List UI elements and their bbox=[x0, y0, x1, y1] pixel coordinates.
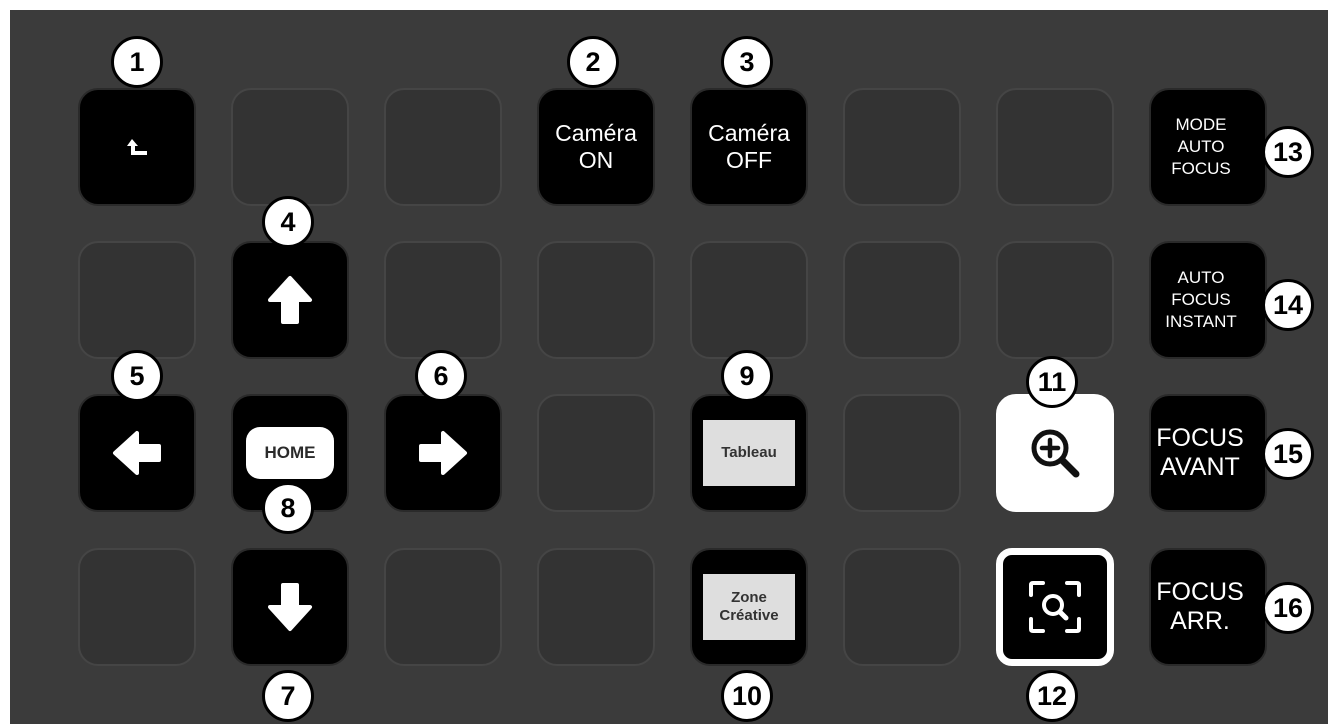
zone-creative-button[interactable]: Zone Créative bbox=[690, 548, 808, 666]
empty-key[interactable] bbox=[843, 394, 961, 512]
badge-5: 5 bbox=[111, 350, 163, 402]
arrow-right-button[interactable] bbox=[384, 394, 502, 512]
arrow-left-icon bbox=[111, 429, 163, 477]
focus-frame-icon bbox=[1025, 577, 1085, 637]
empty-key[interactable] bbox=[843, 88, 961, 206]
zoom-in-button[interactable] bbox=[996, 394, 1114, 512]
empty-key[interactable] bbox=[996, 88, 1114, 206]
back-button[interactable] bbox=[78, 88, 196, 206]
arrow-down-button[interactable] bbox=[231, 548, 349, 666]
zoom-in-icon bbox=[1027, 425, 1083, 481]
badge-9: 9 bbox=[721, 350, 773, 402]
camera-on-label: Caméra ON bbox=[555, 119, 637, 173]
mode-auto-focus-button[interactable]: MODE AUTO FOCUS bbox=[1149, 88, 1267, 206]
badge-2: 2 bbox=[567, 36, 619, 88]
arrow-right-icon bbox=[417, 429, 469, 477]
tableau-label: Tableau bbox=[703, 420, 795, 486]
badge-8: 8 bbox=[262, 482, 314, 534]
arrow-down-icon bbox=[266, 581, 314, 633]
empty-key[interactable] bbox=[384, 88, 502, 206]
focus-arr-button[interactable]: FOCUS ARR. bbox=[1149, 548, 1267, 666]
camera-on-button[interactable]: Caméra ON bbox=[537, 88, 655, 206]
badge-11: 11 bbox=[1026, 356, 1078, 408]
focus-arr-label: FOCUS ARR. bbox=[1156, 577, 1244, 636]
empty-key[interactable] bbox=[537, 241, 655, 359]
auto-focus-instant-label: AUTO FOCUS INSTANT bbox=[1165, 267, 1237, 332]
empty-key[interactable] bbox=[78, 548, 196, 666]
focus-avant-button[interactable]: FOCUS AVANT bbox=[1149, 394, 1267, 512]
badge-12: 12 bbox=[1026, 670, 1078, 722]
badge-3: 3 bbox=[721, 36, 773, 88]
stream-deck-panel bbox=[10, 10, 1328, 724]
empty-key[interactable] bbox=[843, 548, 961, 666]
badge-7: 7 bbox=[262, 670, 314, 722]
zone-creative-label: Zone Créative bbox=[703, 574, 795, 640]
tableau-button[interactable]: Tableau bbox=[690, 394, 808, 512]
empty-key[interactable] bbox=[384, 548, 502, 666]
home-label: HOME bbox=[246, 427, 334, 479]
empty-key[interactable] bbox=[996, 241, 1114, 359]
empty-key[interactable] bbox=[231, 88, 349, 206]
badge-14: 14 bbox=[1262, 279, 1314, 331]
empty-key[interactable] bbox=[843, 241, 961, 359]
badge-15: 15 bbox=[1262, 428, 1314, 480]
badge-4: 4 bbox=[262, 196, 314, 248]
empty-key[interactable] bbox=[537, 548, 655, 666]
camera-off-button[interactable]: Caméra OFF bbox=[690, 88, 808, 206]
mode-auto-focus-label: MODE AUTO FOCUS bbox=[1171, 114, 1231, 179]
badge-10: 10 bbox=[721, 670, 773, 722]
focus-frame-button[interactable] bbox=[996, 548, 1114, 666]
badge-6: 6 bbox=[415, 350, 467, 402]
camera-off-label: Caméra OFF bbox=[708, 119, 790, 173]
empty-key[interactable] bbox=[537, 394, 655, 512]
empty-key[interactable] bbox=[690, 241, 808, 359]
empty-key[interactable] bbox=[78, 241, 196, 359]
badge-13: 13 bbox=[1262, 126, 1314, 178]
return-arrow-icon bbox=[124, 136, 150, 158]
arrow-left-button[interactable] bbox=[78, 394, 196, 512]
badge-16: 16 bbox=[1262, 582, 1314, 634]
auto-focus-instant-button[interactable]: AUTO FOCUS INSTANT bbox=[1149, 241, 1267, 359]
arrow-up-button[interactable] bbox=[231, 241, 349, 359]
empty-key[interactable] bbox=[384, 241, 502, 359]
badge-1: 1 bbox=[111, 36, 163, 88]
focus-avant-label: FOCUS AVANT bbox=[1156, 423, 1244, 482]
arrow-up-icon bbox=[266, 274, 314, 326]
